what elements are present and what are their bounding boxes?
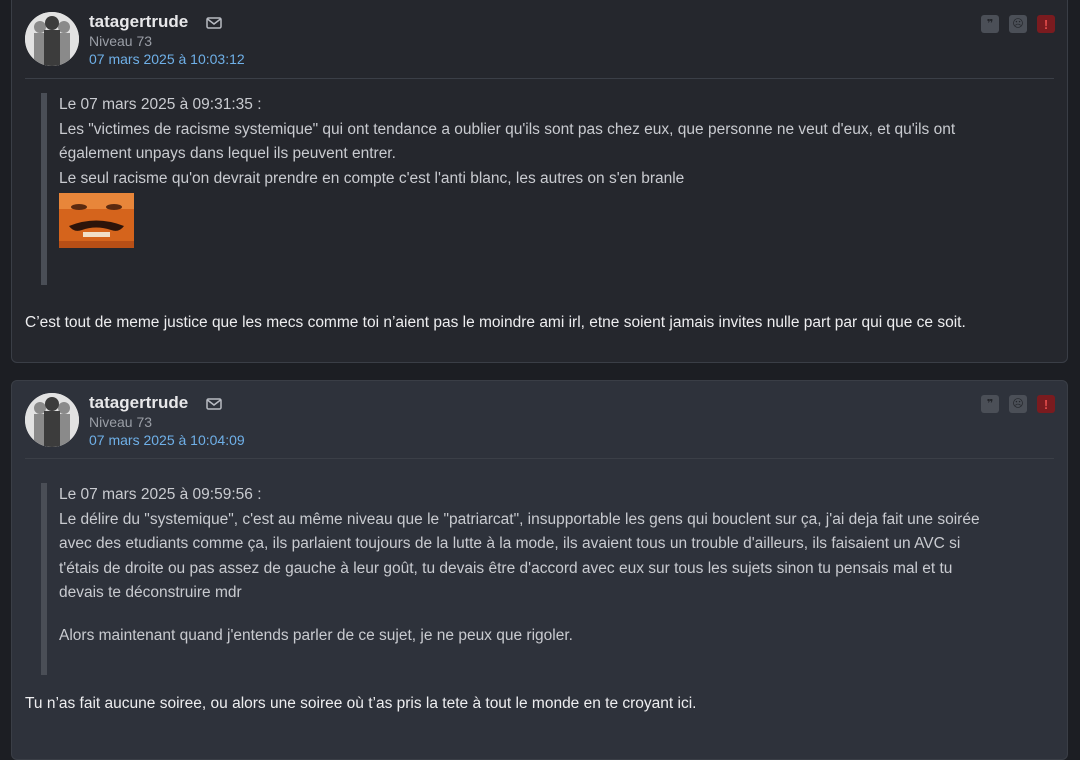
forum-post: tatagertrude Niveau 73 07 mars 2025 à 10… bbox=[11, 380, 1068, 760]
quote-line: avec des etudiants comme ça, ils parlaie… bbox=[59, 535, 961, 552]
username[interactable]: tatagertrude bbox=[89, 393, 188, 413]
sad-face-icon[interactable]: ☹ bbox=[1009, 395, 1027, 413]
quote-header: Le 07 mars 2025 à 09:31:35 : bbox=[59, 96, 262, 113]
user-avatar[interactable] bbox=[25, 12, 79, 66]
quote-line: Le seul racisme qu'on devrait prendre en… bbox=[59, 169, 685, 187]
post-actions: ❞ ☹ ! bbox=[981, 395, 1055, 413]
mail-icon[interactable] bbox=[206, 17, 222, 29]
quote-icon[interactable]: ❞ bbox=[981, 15, 999, 33]
quote-line: t'étais de droite ou pas assez de gauche… bbox=[59, 559, 953, 577]
post-reply-text: C’est tout de meme justice que les mecs … bbox=[25, 314, 966, 331]
post-divider bbox=[25, 458, 1054, 459]
post-divider bbox=[25, 78, 1054, 79]
post-date-link[interactable]: 07 mars 2025 à 10:04:09 bbox=[89, 432, 245, 448]
post-reply-text: Tu n’as fait aucune soiree, ou alors une… bbox=[25, 695, 697, 712]
alert-icon[interactable]: ! bbox=[1037, 15, 1055, 33]
user-avatar[interactable] bbox=[25, 393, 79, 447]
quote-header: Le 07 mars 2025 à 09:59:56 : bbox=[59, 486, 262, 503]
post-actions: ❞ ☹ ! bbox=[981, 15, 1055, 33]
user-level: Niveau 73 bbox=[89, 33, 153, 49]
quote-line: devais te déconstruire mdr bbox=[59, 584, 242, 601]
quote-line: Le délire du "systemique", c'est au même… bbox=[59, 510, 980, 528]
post-date-link[interactable]: 07 mars 2025 à 10:03:12 bbox=[89, 51, 245, 67]
risitas-smiley-image bbox=[59, 193, 134, 248]
user-level: Niveau 73 bbox=[89, 414, 153, 430]
quote-line: également unpays dans lequel ils peuvent… bbox=[59, 145, 396, 162]
quote-paragraph: Alors maintenant quand j'entends parler … bbox=[59, 626, 573, 644]
quote-icon[interactable]: ❞ bbox=[981, 395, 999, 413]
alert-icon[interactable]: ! bbox=[1037, 395, 1055, 413]
quoted-message: Le 07 mars 2025 à 09:31:35 : Les "victim… bbox=[41, 93, 955, 285]
quote-line: Les "victimes de racisme systemique" qui… bbox=[59, 120, 956, 138]
username[interactable]: tatagertrude bbox=[89, 12, 188, 32]
mail-icon[interactable] bbox=[206, 398, 222, 410]
forum-post: tatagertrude Niveau 73 07 mars 2025 à 10… bbox=[11, 0, 1068, 363]
quoted-message: Le 07 mars 2025 à 09:59:56 : Le délire d… bbox=[41, 483, 980, 675]
sad-face-icon[interactable]: ☹ bbox=[1009, 15, 1027, 33]
